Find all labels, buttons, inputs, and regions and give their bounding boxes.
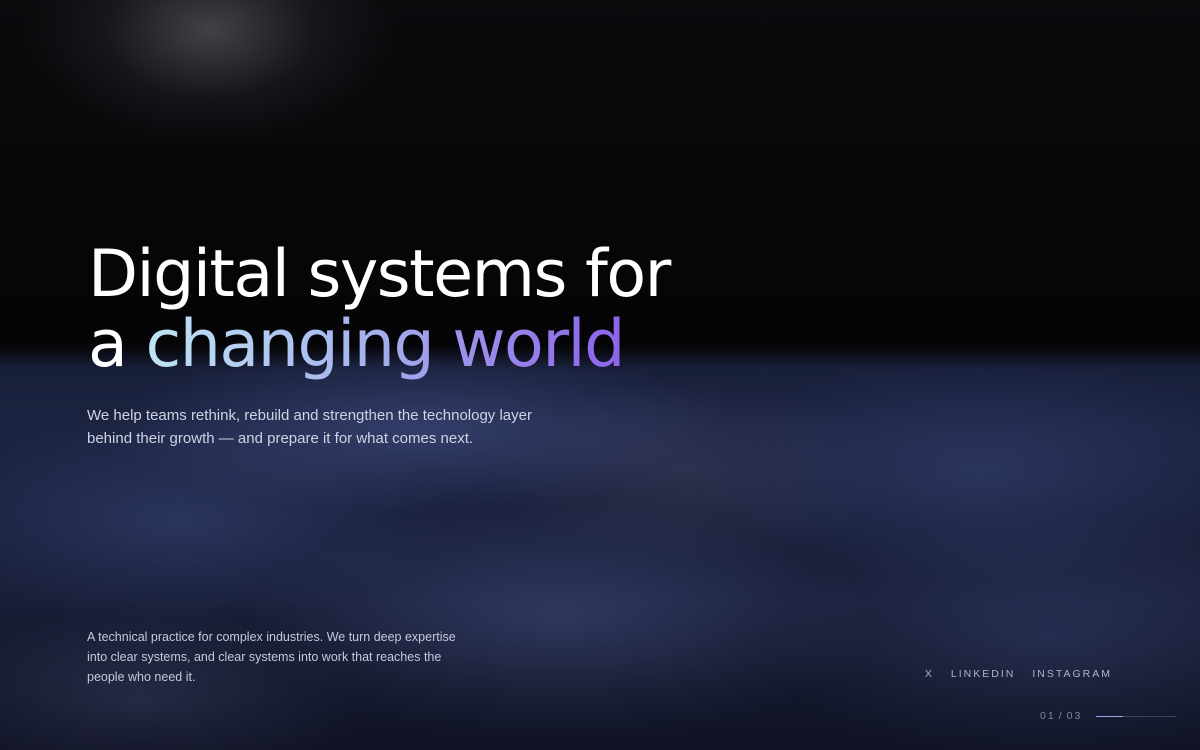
social-link-linkedin[interactable]: LINKEDIN <box>951 668 1015 680</box>
hero-title: Digital systems for a changing world <box>88 237 671 380</box>
social-link-x[interactable]: X <box>925 668 934 680</box>
social-link-instagram[interactable]: INSTAGRAM <box>1032 668 1112 680</box>
pager-current: 01 <box>1040 710 1056 722</box>
pager-counter: 01/03 <box>1040 710 1082 722</box>
hero-title-line-2: a changing world <box>88 310 670 380</box>
pager-separator: / <box>1058 710 1064 722</box>
pager-total: 03 <box>1066 710 1083 722</box>
hero-title-highlight: changing world <box>145 307 626 382</box>
pager-progress-fill <box>1096 715 1123 717</box>
slide-pager: 01/03 <box>1040 710 1177 722</box>
social-links: X LINKEDIN INSTAGRAM <box>925 668 1112 680</box>
hero-subtitle: We help teams rethink, rebuild and stren… <box>87 407 532 447</box>
hero-page: Digital systems for a changing world We … <box>0 0 1200 750</box>
hero-title-line-1: Digital systems for <box>88 237 671 312</box>
pager-progress-track[interactable] <box>1096 715 1177 717</box>
hero-title-plain: a <box>88 307 146 382</box>
about-text: A technical practice for complex industr… <box>87 630 456 684</box>
